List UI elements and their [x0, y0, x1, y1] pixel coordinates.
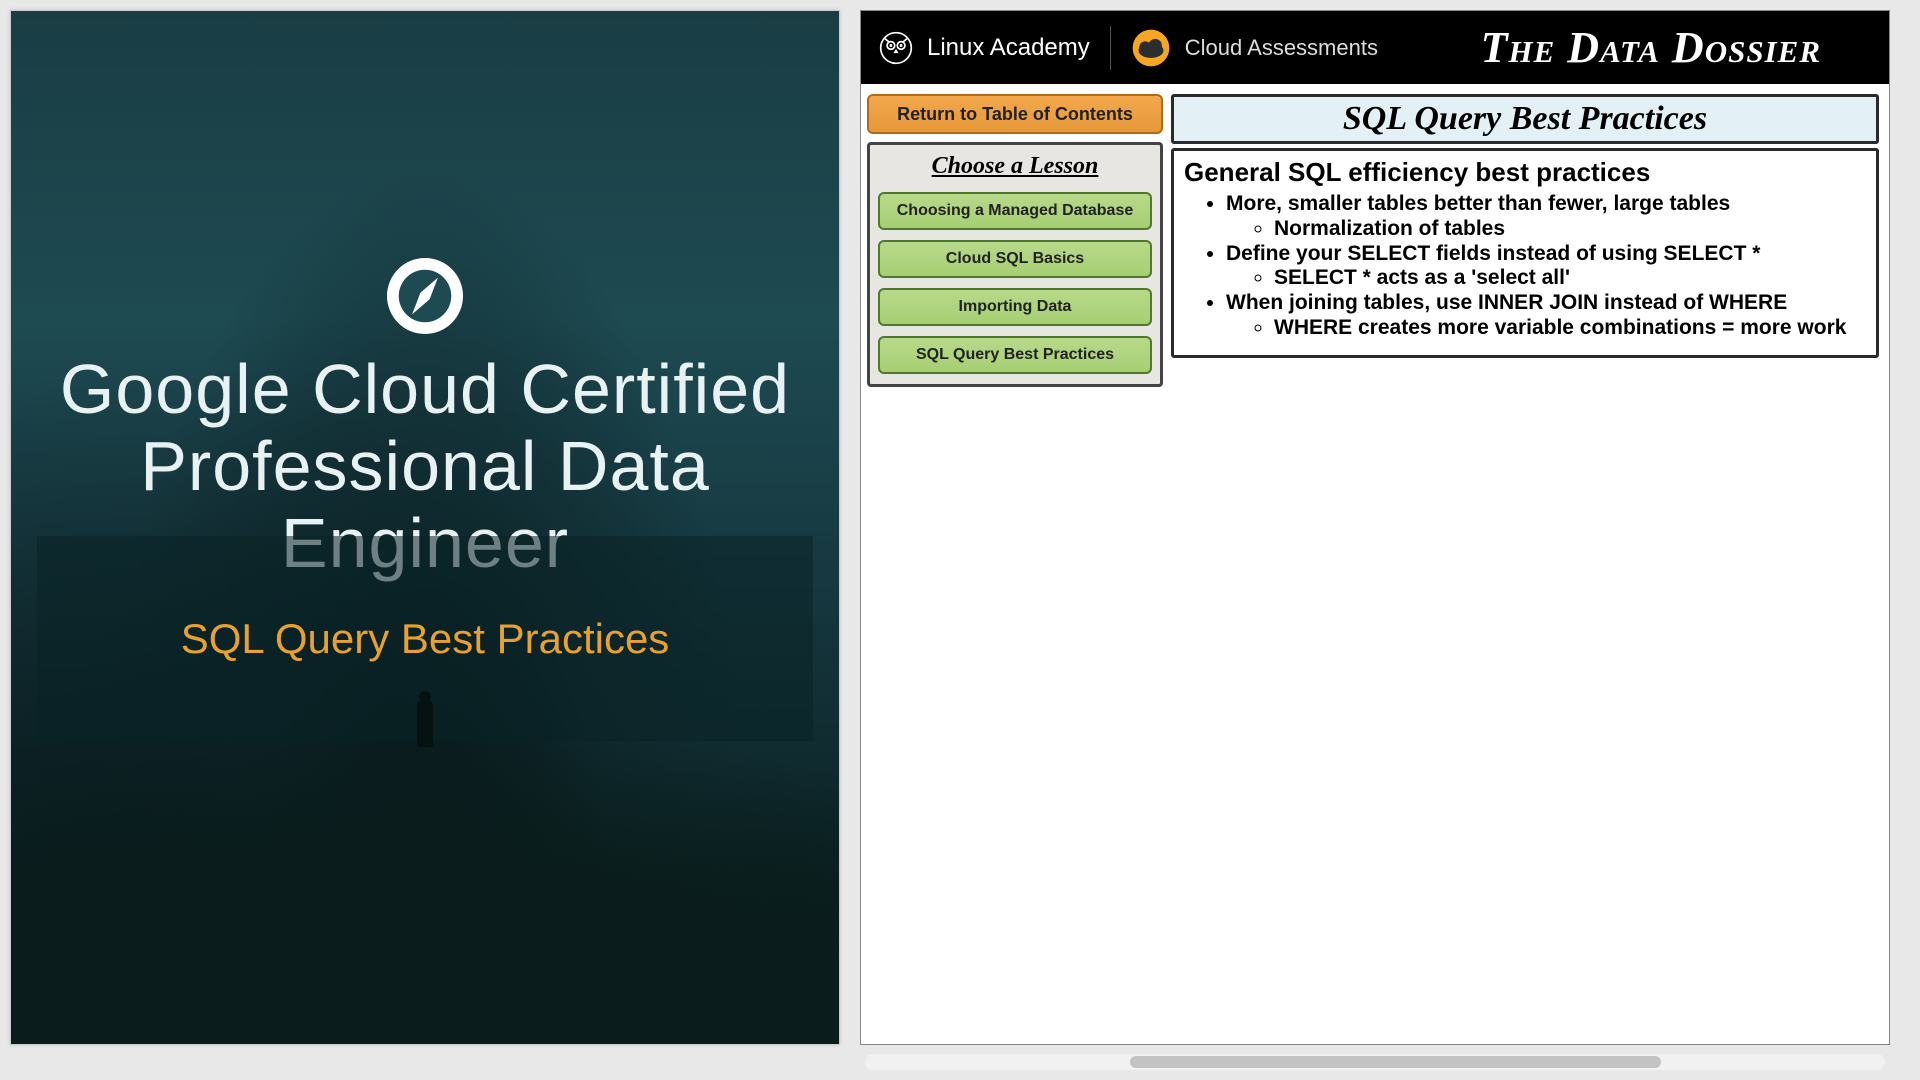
lesson-label: Cloud SQL Basics [946, 250, 1084, 268]
cloud-assessments-icon [1131, 28, 1171, 68]
lesson-button[interactable]: Importing Data [878, 288, 1152, 326]
topbar-divider [1110, 26, 1111, 70]
lesson-button[interactable]: SQL Query Best Practices [878, 336, 1152, 374]
bullet-text: Define your SELECT fields instead of usi… [1226, 242, 1760, 265]
course-title-line1: Google Cloud Certified [11, 351, 839, 428]
sub-bullet-item: WHERE creates more variable combinations… [1274, 316, 1866, 341]
bullet-text: More, smaller tables better than fewer, … [1226, 192, 1730, 215]
course-subtitle: SQL Query Best Practices [181, 615, 670, 663]
bullet-text: When joining tables, use INNER JOIN inst… [1226, 291, 1787, 314]
bullet-item: Define your SELECT fields instead of usi… [1226, 242, 1866, 292]
linux-academy-owl-icon [879, 31, 913, 65]
cloud-assessments-label: Cloud Assessments [1185, 35, 1378, 61]
sub-bullet-item: Normalization of tables [1274, 217, 1866, 242]
bullet-item: When joining tables, use INNER JOIN inst… [1226, 291, 1866, 341]
return-to-toc-label: Return to Table of Contents [897, 104, 1133, 125]
dossier-title: The Data Dossier [1481, 22, 1821, 73]
lesson-label: Importing Data [959, 298, 1072, 316]
bullet-item: More, smaller tables better than fewer, … [1226, 192, 1866, 242]
right-horizontal-scrollbar[interactable] [865, 1054, 1885, 1070]
sub-bullet-item: SELECT * acts as a 'select all' [1274, 266, 1866, 291]
person-silhouette-icon [413, 691, 437, 771]
bullet-list: More, smaller tables better than fewer, … [1226, 192, 1866, 341]
content-box: General SQL efficiency best practices Mo… [1171, 148, 1879, 358]
lesson-label: SQL Query Best Practices [916, 346, 1114, 364]
content-subheading: General SQL efficiency best practices [1184, 157, 1866, 188]
lesson-button[interactable]: Cloud SQL Basics [878, 240, 1152, 278]
linux-academy-label: Linux Academy [927, 34, 1090, 62]
lesson-button[interactable]: Choosing a Managed Database [878, 192, 1152, 230]
compass-icon [387, 258, 463, 334]
course-cover-slide: Google Cloud Certified Professional Data… [10, 10, 840, 1045]
content-title: SQL Query Best Practices [1343, 100, 1707, 138]
content-title-bar: SQL Query Best Practices [1171, 94, 1879, 144]
return-to-toc-button[interactable]: Return to Table of Contents [867, 94, 1163, 134]
choose-lesson-heading: Choose a Lesson [878, 153, 1152, 180]
choose-lesson-panel: Choose a Lesson Choosing a Managed Datab… [867, 142, 1163, 387]
dossier-pane: Linux Academy Cloud Assessments The Data… [860, 10, 1890, 1045]
top-bar: Linux Academy Cloud Assessments The Data… [861, 11, 1889, 84]
lesson-label: Choosing a Managed Database [897, 202, 1134, 220]
